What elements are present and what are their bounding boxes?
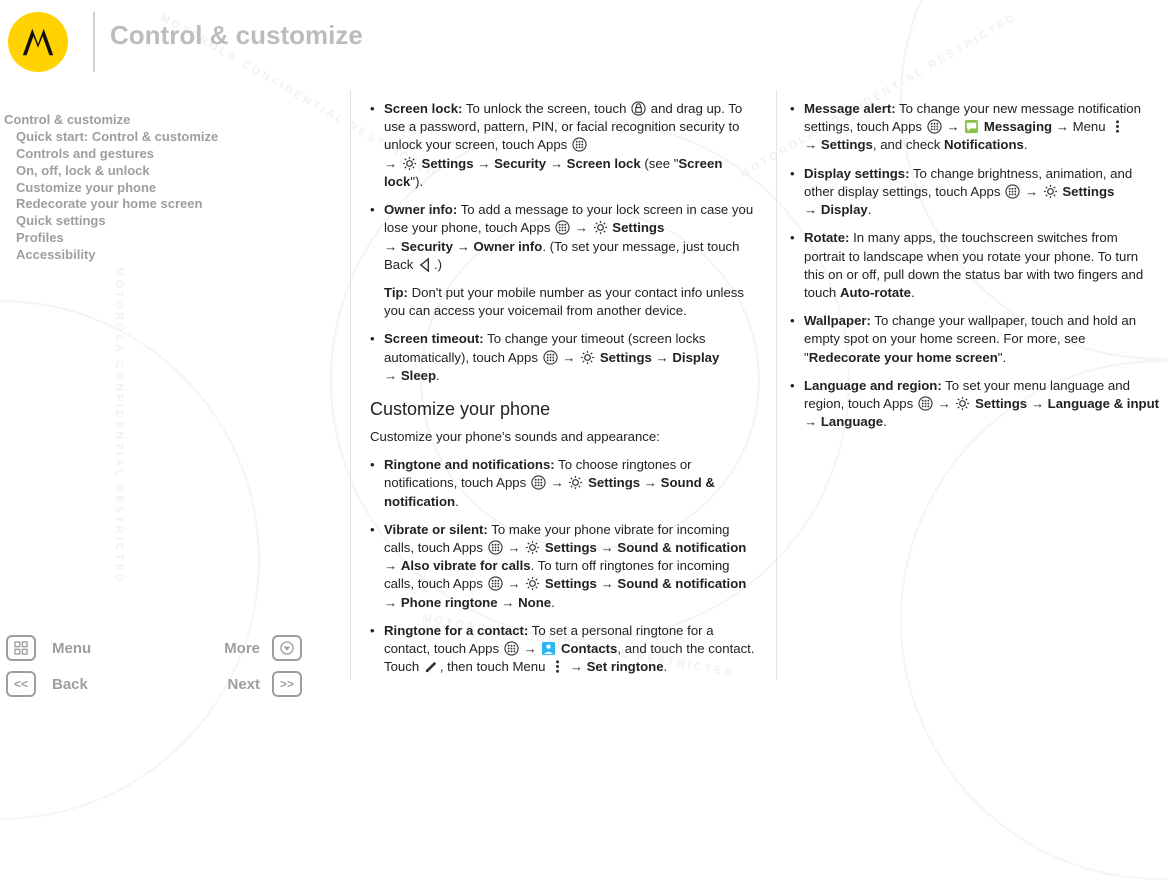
gear-icon	[525, 576, 540, 591]
gear-icon	[580, 350, 595, 365]
tip-block: Tip: Don't put your mobile number as you…	[370, 284, 760, 320]
column-divider-1	[350, 90, 351, 680]
apps-icon	[488, 576, 503, 591]
gear-icon	[525, 540, 540, 555]
sidebar-item-quick-settings[interactable]: Quick settings	[4, 213, 314, 230]
sidebar-item-redecorate[interactable]: Redecorate your home screen	[4, 196, 314, 213]
sidebar-item-profiles[interactable]: Profiles	[4, 230, 314, 247]
bottom-nav: Menu More << Back Next >>	[6, 633, 306, 699]
gear-icon	[593, 220, 608, 235]
item-rotate: Rotate: In many apps, the touchscreen sw…	[790, 229, 1162, 302]
motorola-logo	[8, 12, 68, 72]
content-column-1: Screen lock: To unlock the screen, touch…	[370, 100, 760, 687]
back-icon[interactable]: <<	[6, 671, 36, 697]
sidebar-toc: Control & customize Quick start: Control…	[4, 112, 314, 264]
apps-icon	[572, 137, 587, 152]
apps-icon	[504, 641, 519, 656]
title-divider	[93, 12, 95, 72]
apps-icon	[531, 475, 546, 490]
apps-icon	[555, 220, 570, 235]
item-screen-timeout: Screen timeout: To change your timeout (…	[370, 330, 760, 385]
sidebar-item-control-customize[interactable]: Control & customize	[4, 112, 314, 129]
column-divider-2	[776, 90, 777, 680]
item-display-settings: Display settings: To change brightness, …	[790, 165, 1162, 220]
menu-icon[interactable]	[6, 635, 36, 661]
menu-button[interactable]: Menu	[46, 640, 153, 657]
item-language-region: Language and region: To set your menu la…	[790, 377, 1162, 432]
link-redecorate[interactable]: Redecorate your home screen	[809, 350, 998, 365]
item-wallpaper: Wallpaper: To change your wallpaper, tou…	[790, 312, 1162, 367]
sidebar-item-controls-gestures[interactable]: Controls and gestures	[4, 146, 314, 163]
item-ringtone-notifications: Ringtone and notifications: To choose ri…	[370, 456, 760, 511]
item-owner-info: Owner info: To add a message to your loc…	[370, 201, 760, 274]
item-screen-lock: Screen lock: To unlock the screen, touch…	[370, 100, 760, 191]
next-button[interactable]: Next	[159, 676, 266, 693]
gear-icon	[955, 396, 970, 411]
item-vibrate-silent: Vibrate or silent: To make your phone vi…	[370, 521, 760, 612]
menu-dots-icon	[1110, 119, 1125, 134]
apps-icon	[1005, 184, 1020, 199]
lead-customize: Customize your phone's sounds and appear…	[370, 428, 760, 446]
apps-icon	[488, 540, 503, 555]
gear-icon	[1043, 184, 1058, 199]
heading-customize: Customize your phone	[370, 397, 760, 422]
sidebar-item-accessibility[interactable]: Accessibility	[4, 247, 314, 264]
page-title: Control & customize	[110, 20, 363, 51]
back-icon	[418, 257, 433, 272]
label: Screen lock:	[384, 101, 462, 116]
more-button[interactable]: More	[159, 640, 266, 657]
gear-icon	[568, 475, 583, 490]
item-message-alert: Message alert: To change your new messag…	[790, 100, 1162, 155]
apps-icon	[918, 396, 933, 411]
gear-icon	[402, 156, 417, 171]
apps-icon	[927, 119, 942, 134]
pencil-icon	[424, 659, 439, 674]
item-ringtone-contact: Ringtone for a contact: To set a persona…	[370, 622, 760, 677]
lock-icon	[631, 101, 646, 116]
messaging-icon	[964, 119, 979, 134]
sidebar-item-on-off-lock[interactable]: On, off, lock & unlock	[4, 163, 314, 180]
sidebar-item-customize-phone[interactable]: Customize your phone	[4, 180, 314, 197]
menu-dots-icon	[550, 659, 565, 674]
contacts-icon	[541, 641, 556, 656]
content-column-2: Message alert: To change your new messag…	[790, 100, 1162, 442]
apps-icon	[543, 350, 558, 365]
back-button[interactable]: Back	[46, 676, 153, 693]
next-icon[interactable]: >>	[272, 671, 302, 697]
more-icon[interactable]	[272, 635, 302, 661]
sidebar-item-quick-start[interactable]: Quick start: Control & customize	[4, 129, 314, 146]
